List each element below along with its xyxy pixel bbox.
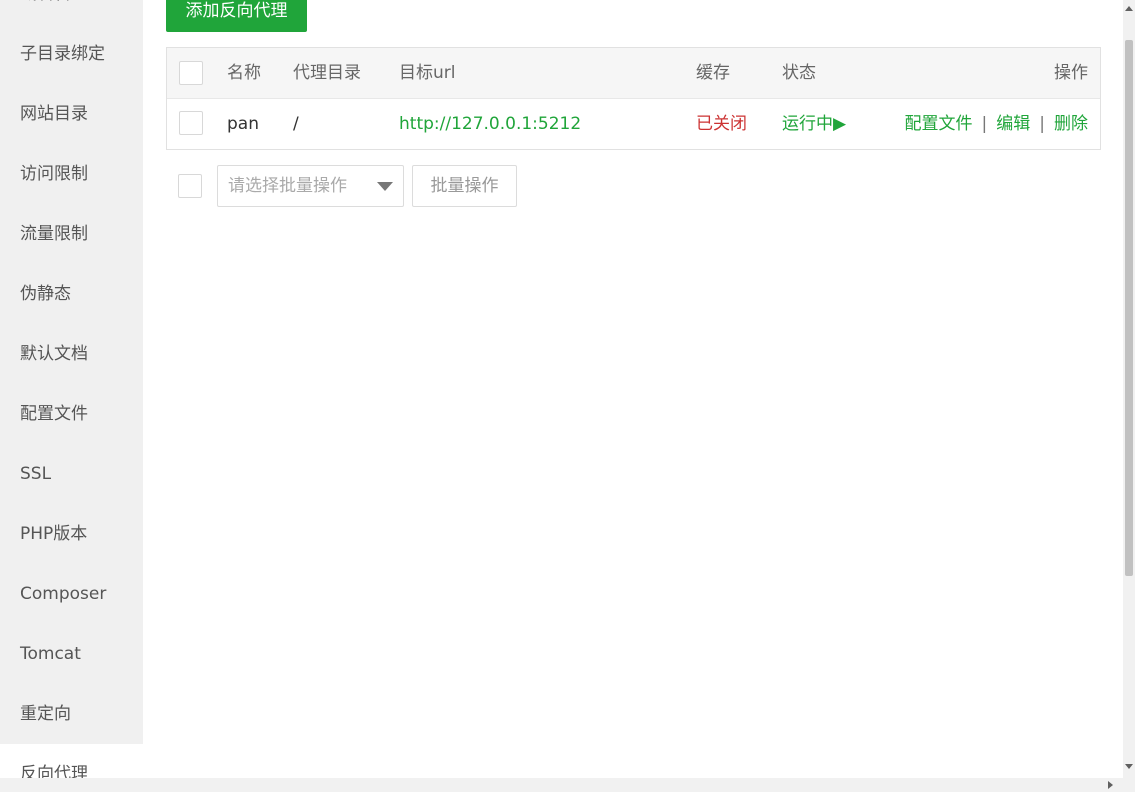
table-row: pan / http://127.0.0.1:5212 已关闭 运行中▶ 配置文…: [167, 99, 1100, 149]
row-actions: 配置文件 | 编辑 | 删除: [905, 99, 1088, 149]
chevron-down-icon: [377, 182, 393, 191]
action-separator: |: [981, 114, 988, 134]
vertical-scroll-thumb[interactable]: [1125, 40, 1133, 576]
sidebar-item-tomcat[interactable]: Tomcat: [0, 624, 143, 684]
row-checkbox[interactable]: [179, 111, 203, 135]
header-name: 名称: [227, 63, 261, 83]
sidebar-item-site-directory[interactable]: 网站目录: [0, 84, 143, 144]
batch-operation-select[interactable]: 请选择批量操作: [217, 165, 404, 207]
batch-select-placeholder: 请选择批量操作: [228, 176, 347, 196]
batch-operation-button[interactable]: 批量操作: [412, 165, 517, 207]
add-reverse-proxy-label: 添加反向代理: [185, 1, 288, 21]
select-all-checkbox[interactable]: [179, 61, 203, 85]
row-run-status[interactable]: 运行中▶: [782, 99, 846, 149]
horizontal-scrollbar[interactable]: [0, 778, 1135, 792]
add-reverse-proxy-button[interactable]: 添加反向代理: [166, 0, 307, 32]
config-file-link[interactable]: 配置文件: [905, 114, 973, 134]
scroll-right-arrow-icon[interactable]: [1108, 781, 1113, 789]
row-name: pan: [227, 114, 259, 134]
sidebar-item-rewrite[interactable]: 伪静态: [0, 264, 143, 324]
sidebar-item-reverse-proxy[interactable]: 反向代理: [0, 744, 143, 778]
row-proxy-dir: /: [293, 114, 299, 134]
proxy-table: 名称 代理目录 目标url 缓存 状态 操作 pan / http://127.…: [166, 47, 1101, 150]
row-run-status-label: 运行中: [782, 114, 833, 134]
sidebar-item-config-file[interactable]: 配置文件: [0, 384, 143, 444]
vertical-scrollbar[interactable]: [1123, 0, 1135, 778]
sidebar-item-access-limit[interactable]: 访问限制: [0, 144, 143, 204]
main-panel: 添加反向代理 名称 代理目录 目标url 缓存 状态 操作 pan / http…: [143, 0, 1123, 778]
table-header: 名称 代理目录 目标url 缓存 状态 操作: [167, 48, 1100, 99]
sidebar-item-subdir-binding[interactable]: 子目录绑定: [0, 24, 143, 84]
batch-operation-bar: 请选择批量操作 批量操作: [166, 165, 566, 207]
sidebar-item-ssl[interactable]: SSL: [0, 444, 143, 504]
delete-link[interactable]: 删除: [1054, 114, 1088, 134]
header-actions: 操作: [1054, 63, 1088, 83]
sidebar-item-default-document[interactable]: 默认文档: [0, 324, 143, 384]
header-status: 状态: [782, 63, 816, 83]
scroll-up-arrow-icon[interactable]: [1125, 6, 1133, 11]
batch-select-checkbox[interactable]: [178, 174, 202, 198]
sidebar-item-traffic-limit[interactable]: 流量限制: [0, 204, 143, 264]
action-separator: |: [1039, 114, 1045, 134]
row-cache-status[interactable]: 已关闭: [696, 99, 747, 149]
app-root: 域名管理 子目录绑定 网站目录 访问限制 流量限制 伪静态 默认文档 配置文件 …: [0, 0, 1135, 792]
header-cache: 缓存: [696, 63, 730, 83]
sidebar-item-composer[interactable]: Composer: [0, 564, 143, 624]
sidebar: 域名管理 子目录绑定 网站目录 访问限制 流量限制 伪静态 默认文档 配置文件 …: [0, 0, 143, 778]
header-proxy-dir: 代理目录: [293, 63, 361, 83]
row-target-url[interactable]: http://127.0.0.1:5212: [399, 99, 581, 149]
scroll-down-arrow-icon[interactable]: [1125, 764, 1133, 769]
play-icon: ▶: [833, 114, 847, 134]
sidebar-item-domain[interactable]: 域名管理: [0, 0, 143, 24]
sidebar-item-php-version[interactable]: PHP版本: [0, 504, 143, 564]
header-target-url: 目标url: [399, 63, 456, 83]
edit-link[interactable]: 编辑: [996, 114, 1030, 134]
sidebar-item-redirect[interactable]: 重定向: [0, 684, 143, 744]
